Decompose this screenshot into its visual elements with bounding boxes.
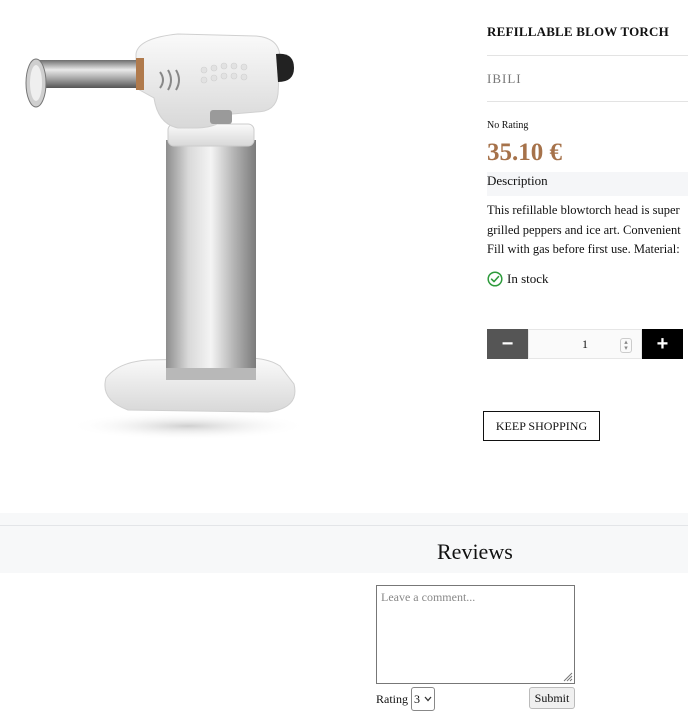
divider: [487, 55, 688, 56]
quantity-stepper: − 1 ▴ ▾ +: [487, 329, 683, 359]
resize-grip-icon[interactable]: [562, 671, 573, 682]
description-heading[interactable]: Description: [487, 172, 688, 196]
minus-icon: −: [501, 332, 514, 355]
description-line: grilled peppers and ice art. Convenient: [487, 222, 681, 237]
plus-icon: +: [656, 332, 669, 355]
keep-shopping-button[interactable]: KEEP SHOPPING: [483, 411, 600, 441]
comment-textarea[interactable]: [376, 585, 575, 684]
description-line: Fill with gas before first use. Material…: [487, 242, 680, 256]
rating-label: Rating: [376, 691, 408, 706]
rating-control: Rating 3: [376, 687, 435, 711]
divider: [0, 525, 688, 526]
reviews-title: Reviews: [437, 539, 513, 564]
rating-select-value: 3: [414, 691, 420, 706]
rating-text: No Rating: [487, 120, 529, 131]
blow-torch-image: [25, 33, 308, 440]
stock-status: In stock: [487, 271, 549, 287]
quantity-decrease-button[interactable]: −: [487, 329, 528, 359]
chevron-down-icon: [424, 696, 432, 702]
product-title: REFILLABLE BLOW TORCH: [487, 24, 669, 39]
quantity-value: 1: [582, 336, 588, 351]
product-brand[interactable]: IBILI: [487, 71, 522, 87]
check-circle-icon: [487, 271, 503, 287]
reviews-header-band: [0, 513, 688, 573]
quantity-increase-button[interactable]: +: [642, 329, 683, 359]
quantity-input[interactable]: 1 ▴ ▾: [528, 329, 642, 359]
stock-label: In stock: [507, 271, 549, 286]
description-line: This refillable blowtorch head is super: [487, 203, 680, 217]
description-text: This refillable blowtorch head is super …: [487, 201, 688, 260]
description-heading-label: Description: [487, 173, 548, 188]
spinner-icon[interactable]: ▴ ▾: [620, 338, 632, 353]
product-price: 35.10 €: [487, 139, 562, 166]
submit-review-button[interactable]: Submit: [529, 687, 575, 709]
divider: [487, 101, 688, 102]
rating-select[interactable]: 3: [411, 687, 435, 711]
product-image: [18, 28, 308, 448]
